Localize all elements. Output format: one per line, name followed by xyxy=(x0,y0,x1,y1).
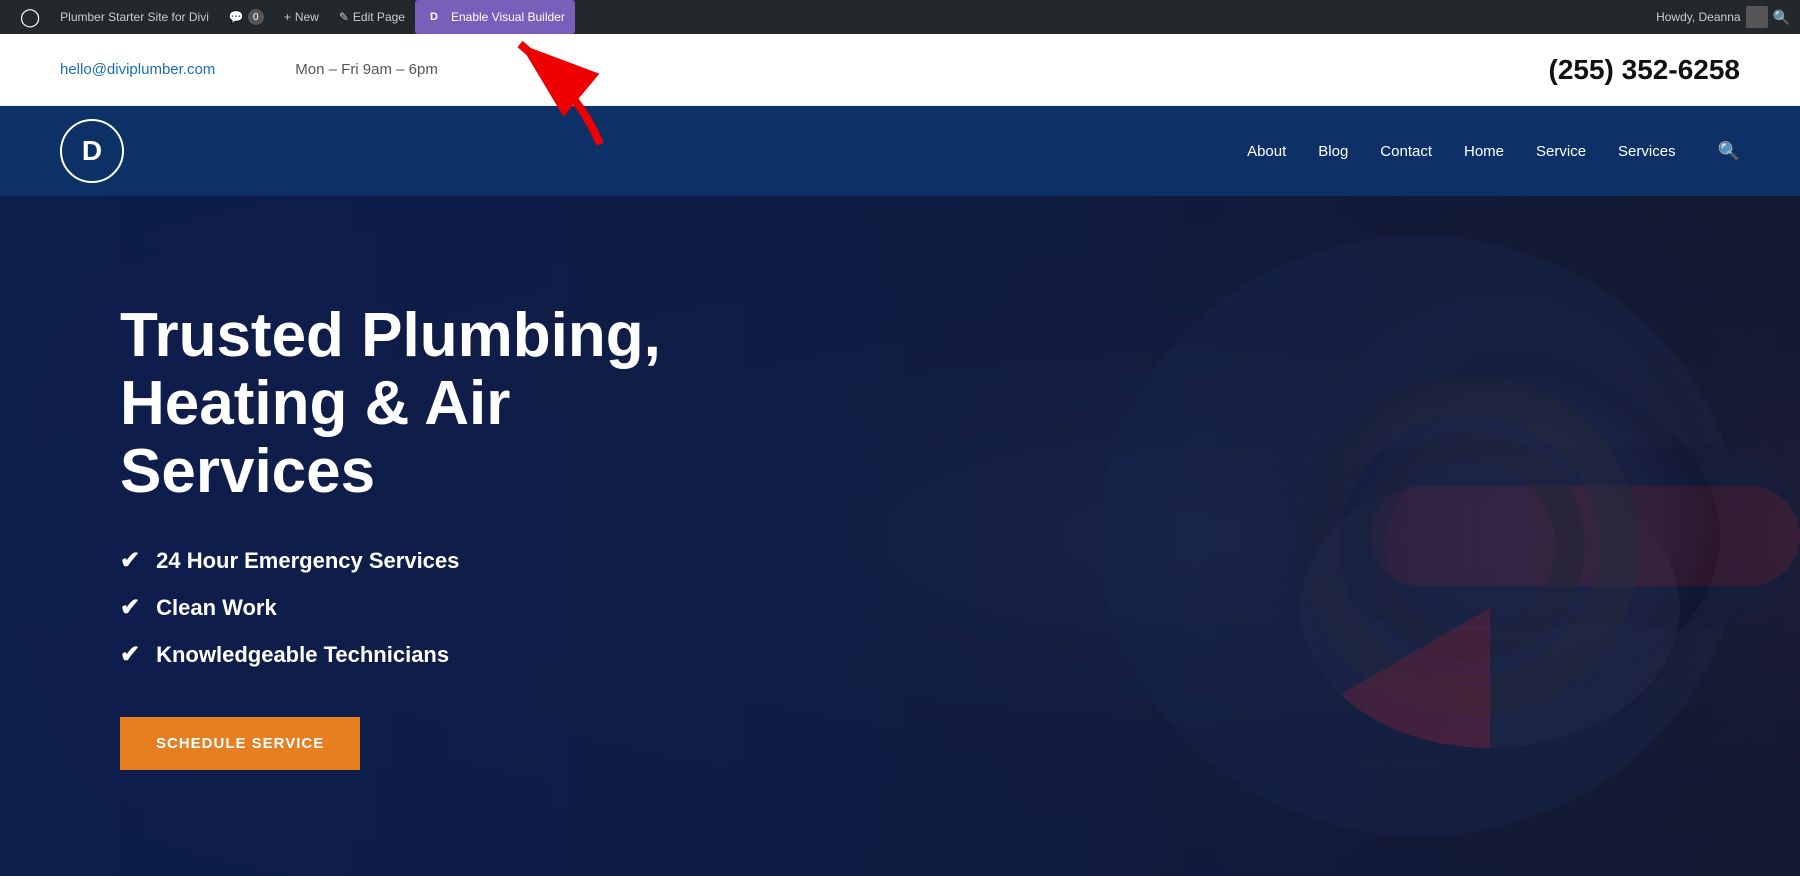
info-bar: hello@diviplumber.com Mon – Fri 9am – 6p… xyxy=(0,34,1800,106)
logo[interactable]: D xyxy=(60,119,124,183)
hero-checklist: ✔ 24 Hour Emergency Services ✔ Clean Wor… xyxy=(120,546,700,669)
edit-page-item[interactable]: ✎ Edit Page xyxy=(329,0,415,34)
nav-service[interactable]: Service xyxy=(1536,143,1586,160)
hours-text: Mon – Fri 9am – 6pm xyxy=(295,61,438,78)
main-nav: About Blog Contact Home Service Services… xyxy=(1247,141,1740,162)
hero-content: Trusted Plumbing, Heating & Air Services… xyxy=(0,302,700,771)
search-admin-icon[interactable]: 🔍 xyxy=(1773,9,1790,26)
check-icon-1: ✔ xyxy=(120,546,140,575)
hero-section: Trusted Plumbing, Heating & Air Services… xyxy=(0,196,1800,876)
feature-1: ✔ 24 Hour Emergency Services xyxy=(120,546,700,575)
check-icon-2: ✔ xyxy=(120,593,140,622)
wp-icon: ◯ xyxy=(20,7,40,28)
email-text[interactable]: hello@diviplumber.com xyxy=(60,61,215,78)
nav-home[interactable]: Home xyxy=(1464,143,1504,160)
visual-builder-item[interactable]: D Enable Visual Builder xyxy=(415,0,575,34)
new-label: New xyxy=(295,10,319,24)
schedule-service-button[interactable]: SCHEDULE SERVICE xyxy=(120,717,360,770)
nav-contact[interactable]: Contact xyxy=(1380,143,1432,160)
nav-about[interactable]: About xyxy=(1247,143,1286,160)
nav-blog[interactable]: Blog xyxy=(1318,143,1348,160)
wp-logo-item[interactable]: ◯ xyxy=(10,0,50,34)
feature-2: ✔ Clean Work xyxy=(120,593,700,622)
new-item[interactable]: + New xyxy=(274,0,329,34)
howdy-text: Howdy, Deanna xyxy=(1656,10,1741,24)
new-icon: + xyxy=(284,10,291,24)
comments-item[interactable]: 💬 0 xyxy=(219,0,274,34)
site-title-item[interactable]: Plumber Starter Site for Divi xyxy=(50,0,219,34)
site-title: Plumber Starter Site for Divi xyxy=(60,10,209,24)
nav-search-icon[interactable]: 🔍 xyxy=(1718,141,1740,162)
feature-3: ✔ Knowledgeable Technicians xyxy=(120,640,700,669)
user-avatar xyxy=(1746,6,1768,28)
divi-logo-icon: D xyxy=(425,8,443,26)
nav-bar: D About Blog Contact Home Service Servic… xyxy=(0,106,1800,196)
visual-builder-label: Enable Visual Builder xyxy=(451,10,565,24)
check-icon-3: ✔ xyxy=(120,640,140,669)
logo-letter: D xyxy=(82,135,102,167)
hero-title: Trusted Plumbing, Heating & Air Services xyxy=(120,302,700,507)
phone-number: (255) 352-6258 xyxy=(1549,54,1740,86)
comment-count: 0 xyxy=(248,9,264,25)
comment-icon: 💬 xyxy=(229,10,244,24)
admin-bar: ◯ Plumber Starter Site for Divi 💬 0 + Ne… xyxy=(0,0,1800,34)
admin-right: Howdy, Deanna 🔍 xyxy=(1656,6,1790,28)
edit-page-label: Edit Page xyxy=(353,10,405,24)
nav-services[interactable]: Services xyxy=(1618,143,1676,160)
edit-icon: ✎ xyxy=(339,10,349,24)
